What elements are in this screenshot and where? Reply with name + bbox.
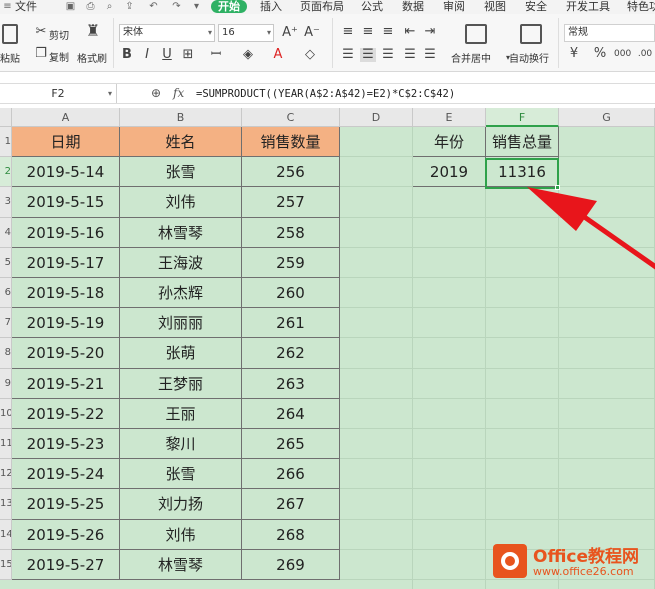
merge-center-button[interactable]: 合并居中 (451, 50, 491, 65)
chevron-down-icon: ▾ (266, 28, 271, 37)
scissors-icon[interactable]: ✂ (33, 25, 49, 39)
watermark-url: www.office26.com (533, 565, 634, 578)
indent-decrease-icon[interactable]: ⇤ (402, 25, 418, 39)
menu-file[interactable]: 文件 (15, 0, 37, 13)
wrap-text-icon[interactable] (520, 24, 542, 44)
save-icon[interactable]: ▣ (65, 1, 76, 12)
tab-developer[interactable]: 开发工具 (566, 0, 610, 13)
align-top-icon[interactable]: ≡ (340, 25, 356, 39)
increase-font-icon[interactable]: A⁺ (282, 26, 298, 40)
watermark-title: Office教程网 (533, 547, 640, 567)
export-icon[interactable]: ⇪ (124, 1, 135, 12)
underline-icon[interactable]: U (159, 48, 175, 62)
align-left-icon[interactable]: ☰ (340, 48, 356, 62)
thousands-separator-icon[interactable]: 000 (614, 47, 631, 61)
menu-icon[interactable]: ≡ (2, 1, 13, 12)
font-color-icon[interactable]: A (270, 48, 286, 62)
align-bottom-icon[interactable]: ≡ (380, 25, 396, 39)
font-name-select[interactable]: 宋体 ▾ (119, 24, 215, 42)
tab-home[interactable]: 开始 (211, 0, 247, 13)
font-size-select[interactable]: 16 ▾ (218, 24, 274, 42)
redo-icon[interactable]: ↷ (171, 1, 182, 12)
undo-icon[interactable]: ↶ (148, 1, 159, 12)
number-format-select[interactable]: 常规 (564, 24, 655, 42)
align-center-icon[interactable]: ☰ (360, 48, 376, 62)
ribbon-divider (113, 18, 114, 68)
bold-icon[interactable]: B (119, 48, 135, 62)
percent-icon[interactable]: % (592, 47, 608, 61)
wrap-text-button[interactable]: 自动换行 (509, 50, 549, 65)
indent-increase-icon[interactable]: ⇥ (422, 25, 438, 39)
ribbon-divider (332, 18, 333, 68)
paste-icon[interactable] (2, 24, 18, 44)
strikethrough-icon[interactable]: ꟷ (208, 48, 224, 62)
spreadsheet-grid[interactable]: ABCDEFG 1 2 3 4 5 6 7 8 9 10 11 12 13 14 15 日期 姓名 销售数量 20… (0, 108, 655, 589)
ribbon-divider (558, 18, 559, 68)
print-preview-icon[interactable]: ⌕ (104, 1, 115, 12)
paste-button[interactable]: 粘贴 (0, 50, 20, 65)
decimal-increase-icon[interactable]: .00 (637, 47, 653, 61)
tab-review[interactable]: 审阅 (443, 0, 465, 13)
red-arrow (527, 187, 655, 270)
menu-bar: ≡ 文件 ▣ ⎙ ⌕ ⇪ ↶ ↷ ▾ 开始 插入 页面布局 公式 数据 审阅 视… (0, 0, 655, 14)
align-middle-icon[interactable]: ≡ (360, 25, 376, 39)
cut-button[interactable]: 剪切 (49, 27, 69, 42)
zoom-icon[interactable]: ⊕ (151, 86, 161, 100)
tab-view[interactable]: 视图 (484, 0, 506, 13)
fill-color-icon[interactable]: ◈ (240, 48, 256, 62)
chevron-down-icon: ▾ (207, 28, 212, 37)
merge-center-icon[interactable] (465, 24, 487, 44)
currency-icon[interactable]: ¥ (566, 47, 582, 61)
tab-page-layout[interactable]: 页面布局 (300, 0, 344, 13)
watermark: Office教程网 www.office26.com (493, 540, 653, 582)
font-size-value: 16 (222, 27, 235, 38)
tab-formulas[interactable]: 公式 (361, 0, 383, 13)
justify-icon[interactable]: ☰ (402, 48, 418, 62)
office-logo-icon (493, 544, 527, 578)
name-box[interactable]: F2 ▾ (0, 84, 117, 103)
tab-security[interactable]: 安全 (525, 0, 547, 13)
tab-features[interactable]: 特色功 (627, 0, 655, 13)
decrease-font-icon[interactable]: A⁻ (304, 26, 320, 40)
chevron-down-icon[interactable]: ▾ (191, 1, 202, 12)
ribbon: 粘贴 ✂ 剪切 ❐ 复制 ♜ 格式刷 宋体 ▾ 16 ▾ A⁺ A⁻ B I U… (0, 14, 655, 72)
align-right-icon[interactable]: ☰ (380, 48, 396, 62)
chevron-down-icon: ▾ (107, 89, 112, 98)
number-format-value: 常规 (568, 27, 588, 38)
format-painter-icon[interactable]: ♜ (85, 23, 101, 39)
font-name-value: 宋体 (123, 27, 143, 38)
function-icon[interactable]: fx (173, 86, 184, 100)
distributed-icon[interactable]: ☰ (422, 48, 438, 62)
format-painter-button[interactable]: 格式刷 (77, 50, 107, 65)
tab-insert[interactable]: 插入 (260, 0, 282, 13)
border-icon[interactable]: ⊞ (180, 48, 196, 62)
name-box-value: F2 (51, 87, 65, 100)
copy-button[interactable]: 复制 (49, 49, 69, 64)
print-icon[interactable]: ⎙ (85, 1, 96, 12)
clear-format-icon[interactable]: ◇ (302, 48, 318, 62)
copy-icon[interactable]: ❐ (33, 47, 49, 61)
tab-data[interactable]: 数据 (402, 0, 424, 13)
italic-icon[interactable]: I (139, 48, 155, 62)
formula-input[interactable]: =SUMPRODUCT((YEAR(A$2:A$42)=E2)*C$2:C$42… (196, 86, 655, 102)
formula-bar: F2 ▾ ⊕ fx =SUMPRODUCT((YEAR(A$2:A$42)=E2… (0, 83, 655, 104)
